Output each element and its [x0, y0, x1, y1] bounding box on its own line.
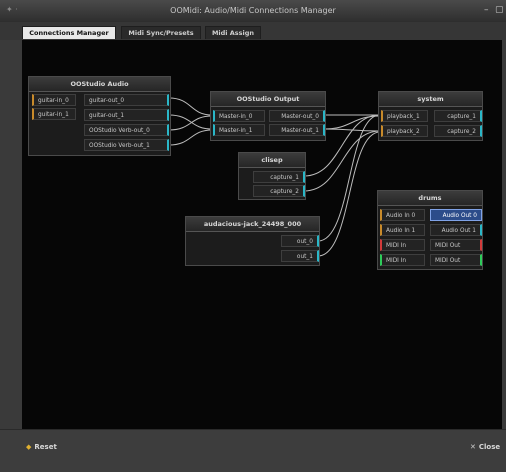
output-port[interactable]: capture_1: [253, 171, 305, 183]
input-port[interactable]: Master-in_0: [213, 110, 265, 122]
title-bar: ✦ · OOMidi: Audio/Midi Connections Manag…: [0, 0, 506, 23]
output-port[interactable]: OOStudio Verb-out_1: [84, 139, 169, 151]
midi-input-port[interactable]: MIDI In: [380, 254, 425, 266]
output-port[interactable]: Audio Out 1: [430, 224, 482, 236]
wire: [168, 129, 213, 146]
reset-button[interactable]: ◆ Reset: [26, 443, 57, 451]
reset-icon: ◆: [26, 443, 32, 451]
tab-bar: Connections Manager Midi Sync/Presets Mi…: [0, 22, 506, 40]
midi-output-port[interactable]: MIDI Out: [430, 254, 482, 266]
output-port[interactable]: Master-out_0: [269, 110, 325, 122]
input-port[interactable]: Audio In 1: [380, 224, 425, 236]
input-port[interactable]: guitar-in_0: [32, 94, 76, 106]
output-port[interactable]: out_1: [281, 250, 319, 262]
client-oostudio-audio[interactable]: OOStudio Audio guitar-in_0 guitar-in_1 g…: [28, 76, 171, 156]
wire: [317, 114, 381, 242]
client-title: system: [379, 92, 482, 107]
output-port[interactable]: Audio Out 0: [430, 209, 482, 221]
minimize-icon[interactable]: –: [484, 5, 489, 15]
client-clisep[interactable]: clisep capture_1 capture_2: [238, 152, 306, 200]
client-title: drums: [378, 191, 482, 206]
client-title: clisep: [239, 153, 305, 168]
maximize-icon[interactable]: ▢: [495, 5, 504, 15]
input-port[interactable]: playback_1: [381, 110, 428, 122]
footer-bar: ◆ Reset ✕ Close: [0, 429, 506, 472]
client-title: audacious-jack_24498_000: [186, 217, 319, 232]
client-audacious[interactable]: audacious-jack_24498_000 out_0 out_1: [185, 216, 320, 266]
close-icon: ✕: [470, 443, 476, 451]
output-port[interactable]: guitar-out_0: [84, 94, 169, 106]
client-oostudio-output[interactable]: OOStudio Output Master-in_0 Master-in_1 …: [210, 91, 326, 141]
output-port[interactable]: OOStudio Verb-out_0: [84, 124, 169, 136]
wire: [168, 114, 213, 130]
client-title: OOStudio Audio: [29, 77, 170, 92]
input-port[interactable]: Audio In 0: [380, 209, 425, 221]
tab-midi-assign[interactable]: Midi Assign: [205, 26, 261, 39]
tab-midi-sync-presets[interactable]: Midi Sync/Presets: [121, 26, 201, 39]
output-port[interactable]: Master-out_1: [269, 124, 325, 136]
midi-input-port[interactable]: MIDI In: [380, 239, 425, 251]
input-port[interactable]: Master-in_1: [213, 124, 265, 136]
client-system[interactable]: system playback_1 playback_2 capture_1 c…: [378, 91, 483, 141]
input-port[interactable]: guitar-in_1: [32, 108, 76, 120]
tab-connections-manager[interactable]: Connections Manager: [22, 26, 116, 39]
output-port[interactable]: out_0: [281, 235, 319, 247]
close-button[interactable]: ✕ Close: [470, 443, 500, 451]
reset-label: Reset: [34, 443, 57, 451]
wire: [168, 115, 213, 131]
output-port[interactable]: capture_2: [434, 125, 482, 137]
close-label: Close: [478, 443, 501, 451]
output-port[interactable]: capture_2: [253, 185, 305, 197]
connections-canvas[interactable]: OOStudio Audio guitar-in_0 guitar-in_1 g…: [22, 40, 502, 429]
output-port[interactable]: capture_1: [434, 110, 482, 122]
client-title: OOStudio Output: [211, 92, 325, 107]
input-port[interactable]: playback_2: [381, 125, 428, 137]
midi-output-port[interactable]: MIDI Out: [430, 239, 482, 251]
client-drums[interactable]: drums Audio In 0 Audio In 1 MIDI In MIDI…: [377, 190, 483, 270]
wire: [168, 97, 213, 116]
output-port[interactable]: guitar-out_1: [84, 109, 169, 121]
window-title: OOMidi: Audio/Midi Connections Manager: [170, 6, 336, 15]
